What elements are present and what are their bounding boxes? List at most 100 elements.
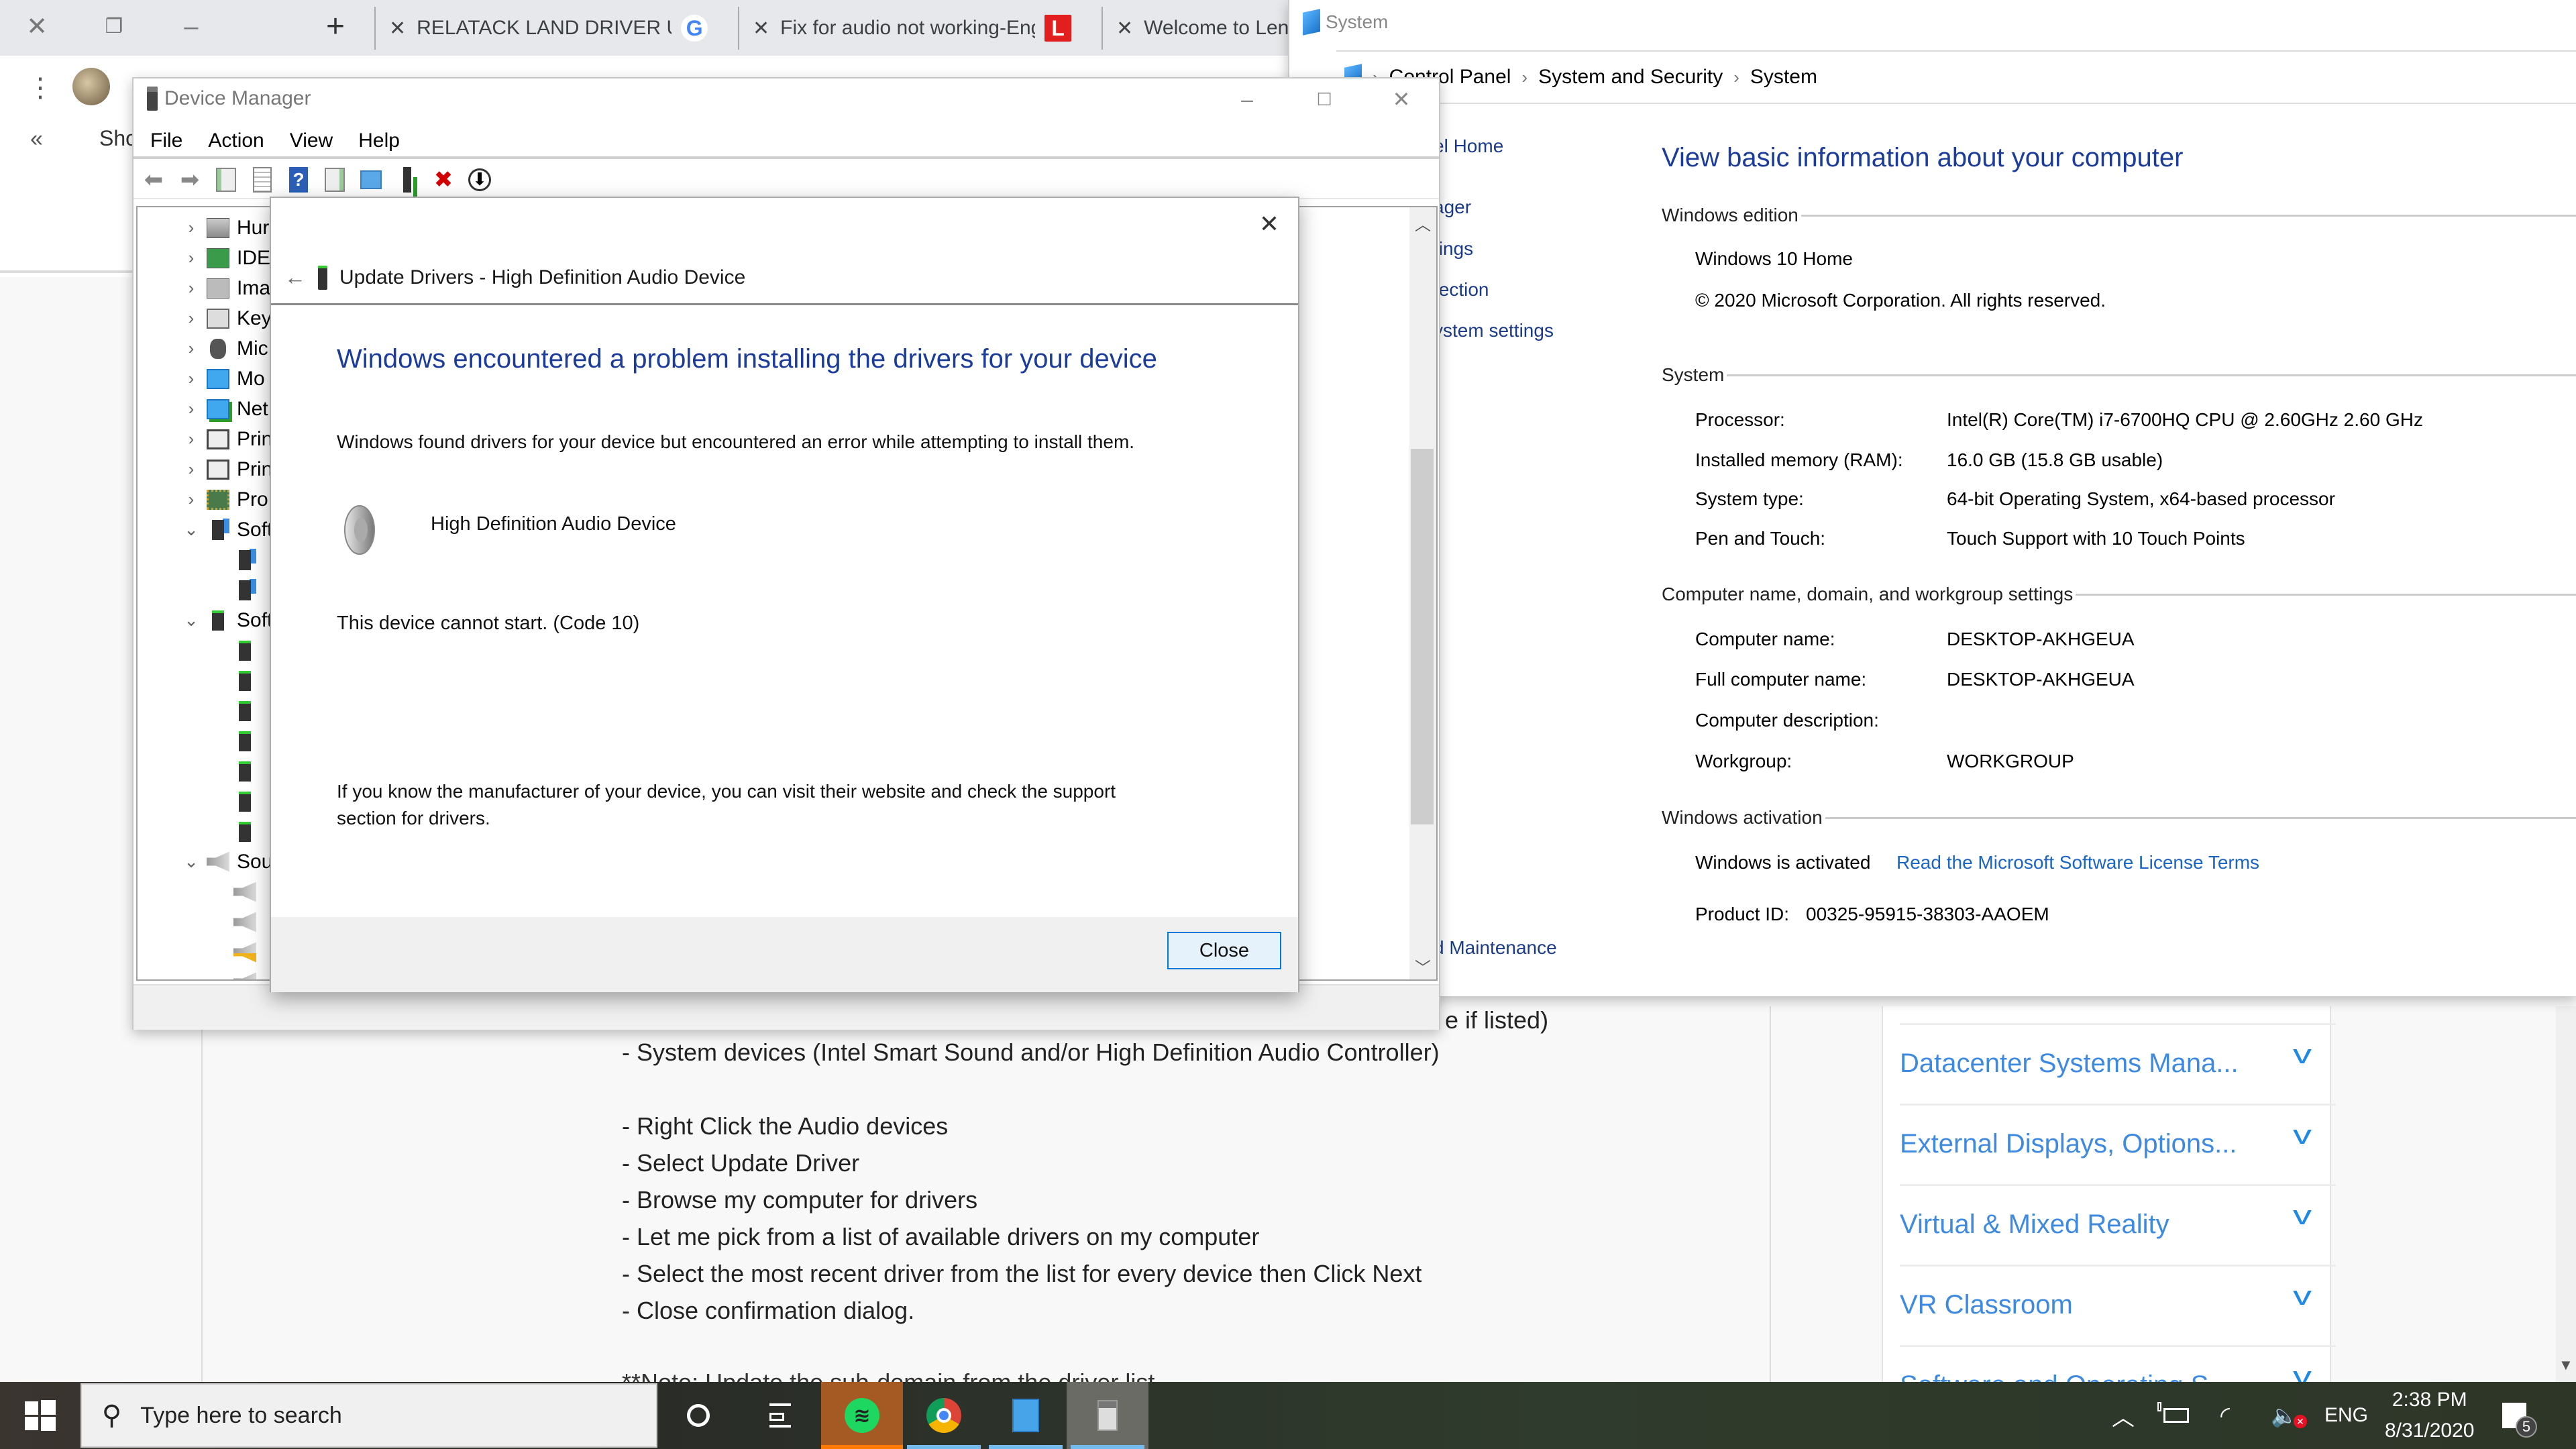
clock[interactable]: 2:38 PM 8/31/2020	[2385, 1382, 2474, 1449]
menu-view[interactable]: View	[290, 129, 333, 152]
license-terms-link[interactable]: Read the Microsoft Software License Term…	[1896, 852, 2259, 873]
page-scrollbar[interactable]: ▼	[2556, 1006, 2576, 1382]
browser-tab[interactable]: ✕ RELATACK LAND DRIVER UPD G	[374, 7, 737, 50]
cortana-button[interactable]	[657, 1382, 739, 1449]
update-driver-icon[interactable]	[392, 165, 422, 195]
language-indicator[interactable]: ENG	[2324, 1382, 2368, 1449]
disable-device-icon[interactable]: ⬇	[465, 165, 494, 195]
browser-close-icon[interactable]: ✕	[13, 7, 60, 47]
chevron-down-icon[interactable]: v	[2293, 1040, 2312, 1070]
wifi-icon[interactable]: ◜	[2220, 1382, 2230, 1449]
spotify-taskbar-icon[interactable]: ≋	[821, 1382, 903, 1449]
address-bar[interactable]: › Control Panel › System and Security › …	[1336, 50, 2576, 104]
close-button[interactable]: ✕	[1378, 81, 1425, 118]
tree-item[interactable]	[231, 816, 264, 847]
tree-item[interactable]: › Net	[178, 394, 268, 424]
uninstall-device-icon[interactable]: ✖	[429, 165, 458, 195]
tree-item[interactable]: › Mo	[178, 364, 265, 394]
tree-item[interactable]	[231, 575, 264, 605]
scan-hardware-icon[interactable]	[356, 165, 386, 195]
tree-scrollbar[interactable]: ︿ ﹀	[1409, 207, 1436, 979]
task-view-button[interactable]	[739, 1382, 821, 1449]
rail-item[interactable]: VR Classroom v	[1900, 1265, 2336, 1345]
breadcrumb-system-security[interactable]: System and Security	[1538, 66, 1723, 89]
battery-charging-icon[interactable]	[2157, 1382, 2189, 1449]
scroll-down-icon[interactable]: ﹀	[1415, 955, 1431, 978]
taskbar-search-input[interactable]: ⚲ Type here to search	[80, 1383, 657, 1448]
browser-tab[interactable]: ✕ Welcome to Len	[1102, 7, 1289, 50]
breadcrumb-system[interactable]: System	[1750, 66, 1817, 89]
menu-action[interactable]: Action	[208, 129, 264, 152]
chevron-right-icon[interactable]: ›	[178, 429, 205, 449]
tree-item[interactable]	[231, 696, 264, 726]
volume-muted-icon[interactable]: 🔈 ✕	[2271, 1382, 2307, 1449]
device-manager-taskbar-icon[interactable]	[1067, 1382, 1148, 1449]
properties-icon[interactable]	[248, 165, 277, 195]
tree-item[interactable]: › Ima	[178, 273, 270, 303]
minimize-button[interactable]: –	[1224, 81, 1271, 118]
browser-minimize-icon[interactable]: –	[168, 7, 215, 47]
chevron-down-icon[interactable]: v	[2293, 1201, 2312, 1231]
chevron-right-icon[interactable]: ›	[178, 217, 205, 238]
chevron-right-icon[interactable]: ›	[178, 338, 205, 359]
browser-restore-icon[interactable]: ❐	[91, 7, 138, 47]
tree-item[interactable]: › IDE	[178, 243, 270, 273]
tree-item[interactable]: › Key	[178, 303, 272, 333]
tree-item[interactable]	[231, 726, 264, 756]
tree-item[interactable]	[231, 907, 264, 937]
browser-menu-icon[interactable]: ⋮	[27, 72, 54, 103]
scroll-down-icon[interactable]: ▼	[2559, 1356, 2573, 1374]
help-icon[interactable]: ?	[284, 165, 313, 195]
chevron-right-icon[interactable]: ›	[178, 308, 205, 329]
tab-close-icon[interactable]: ✕	[1116, 17, 1133, 40]
chevron-down-icon[interactable]: ⌄	[178, 851, 205, 872]
tree-item[interactable]: › Prin	[178, 454, 273, 484]
tree-item[interactable]	[231, 937, 264, 967]
tab-close-icon[interactable]: ✕	[753, 17, 769, 40]
tree-item[interactable]: › Pro	[178, 484, 268, 515]
tree-item[interactable]: ⌄ Soft	[178, 515, 272, 545]
menu-help[interactable]: Help	[358, 129, 400, 152]
show-hidden-icons-chevron[interactable]: ︿	[2112, 1382, 2135, 1449]
rail-item[interactable]: Datacenter Systems Mana... v	[1900, 1023, 2336, 1104]
chevron-right-icon[interactable]: ›	[178, 489, 205, 510]
show-action-pane-icon[interactable]	[320, 165, 350, 195]
back-arrow-icon[interactable]: ⬅	[139, 165, 168, 195]
scrollbar-thumb[interactable]	[1411, 449, 1434, 824]
chevron-down-icon[interactable]: v	[2293, 1281, 2312, 1311]
scroll-up-icon[interactable]: ︿	[1415, 211, 1431, 235]
tab-close-icon[interactable]: ✕	[389, 17, 406, 40]
show-hide-console-tree-icon[interactable]	[211, 165, 241, 195]
tree-item[interactable]: › Hur	[178, 213, 270, 243]
menu-file[interactable]: File	[150, 129, 182, 152]
chevron-down-icon[interactable]: ⌄	[178, 519, 205, 540]
maximize-button[interactable]: ☐	[1301, 81, 1348, 118]
tree-item[interactable]	[231, 877, 264, 907]
tree-item[interactable]: › Prin	[178, 424, 273, 454]
action-center-button[interactable]: 5	[2502, 1382, 2537, 1449]
chevron-down-icon[interactable]: v	[2293, 1120, 2312, 1150]
chrome-taskbar-icon[interactable]	[903, 1382, 985, 1449]
tree-item[interactable]	[231, 967, 264, 979]
tree-item[interactable]	[231, 786, 264, 816]
tree-item[interactable]: › Mic	[178, 333, 268, 364]
new-tab-button[interactable]: +	[312, 7, 359, 47]
collapse-sidebar-icon[interactable]: «	[30, 126, 43, 152]
tree-item[interactable]	[231, 756, 264, 786]
chevron-right-icon[interactable]: ›	[178, 459, 205, 480]
chevron-right-icon[interactable]: ›	[178, 368, 205, 389]
tree-item[interactable]	[231, 665, 264, 696]
tree-item[interactable]: ⌄ Sou	[178, 847, 272, 877]
dialog-close-icon[interactable]: ✕	[1259, 210, 1279, 238]
tree-item[interactable]: ⌄ Soft	[178, 605, 272, 635]
side-link-advanced-system-settings[interactable]: ystem settings	[1434, 320, 1554, 341]
browser-tab[interactable]: ✕ Fix for audio not working-Eng L	[738, 7, 1100, 50]
tree-item[interactable]	[231, 635, 264, 665]
side-link-control-panel-home[interactable]: el Home	[1434, 136, 1503, 157]
chevron-down-icon[interactable]: ⌄	[178, 610, 205, 631]
start-button[interactable]	[0, 1382, 80, 1449]
control-panel-taskbar-icon[interactable]	[985, 1382, 1067, 1449]
chevron-right-icon[interactable]: ›	[178, 248, 205, 268]
chevron-right-icon[interactable]: ›	[178, 398, 205, 419]
chevron-right-icon[interactable]: ›	[178, 278, 205, 299]
